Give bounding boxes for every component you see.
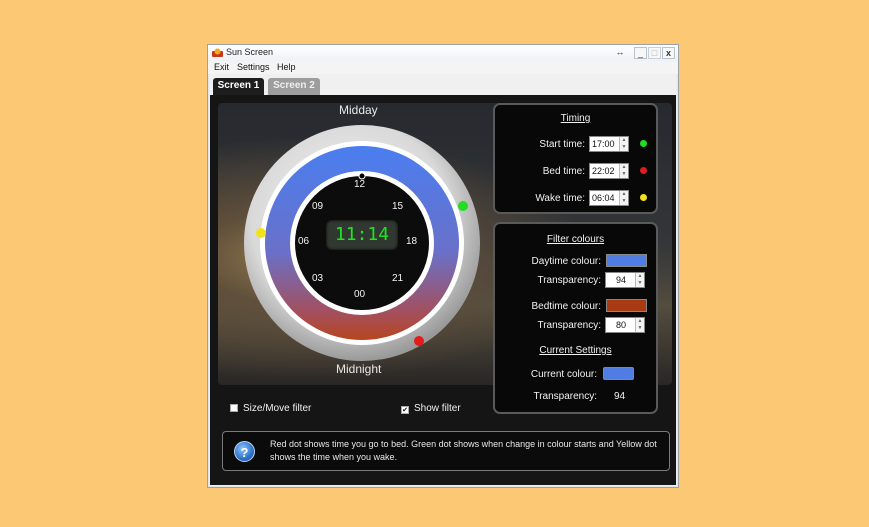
- current-colour-swatch: [603, 367, 634, 380]
- daytime-colour-swatch[interactable]: [606, 254, 647, 267]
- daytime-transparency-input[interactable]: 94 ▲ ▼: [605, 272, 645, 288]
- show-filter-option[interactable]: ✔ Show filter: [401, 403, 461, 414]
- wake-time-label: Wake time:: [535, 193, 585, 204]
- start-time-dot: [640, 140, 647, 147]
- hour-label-00: 00: [354, 289, 366, 300]
- hour-label-21: 21: [392, 273, 404, 284]
- hour-label-18: 18: [406, 236, 418, 247]
- bedtime-transparency-label: Transparency:: [537, 320, 601, 331]
- question-icon: ?: [234, 441, 255, 462]
- wake-time-dot: [640, 194, 647, 201]
- hour-label-15: 15: [392, 201, 404, 212]
- menu-help[interactable]: Help: [277, 62, 296, 72]
- minimize-button[interactable]: _: [634, 47, 647, 59]
- bed-time-input[interactable]: 22:02 ▲ ▼: [589, 163, 629, 179]
- start-time-handle[interactable]: [458, 201, 468, 211]
- bedtime-colour-label: Bedtime colour:: [531, 301, 601, 312]
- current-colour-label: Current colour:: [530, 369, 597, 380]
- tab-screen-2[interactable]: Screen 2: [268, 78, 320, 95]
- midday-label: Midday: [339, 103, 378, 117]
- timing-heading: Timing: [560, 113, 591, 124]
- size-move-filter-option[interactable]: Size/Move filter: [230, 403, 311, 414]
- window-title: Sun Screen: [226, 47, 274, 57]
- hour-label-09: 09: [312, 201, 324, 212]
- title-bar[interactable]: Sun Screen ↔ _ □ x: [208, 45, 678, 61]
- tab-screen-1[interactable]: Screen 1: [213, 78, 264, 95]
- bed-time-dot: [640, 167, 647, 174]
- hour-label-06: 06: [298, 236, 310, 247]
- show-filter-checkbox[interactable]: ✔: [401, 406, 409, 414]
- info-bar: ? Red dot shows time you go to bed. Gree…: [222, 431, 670, 471]
- daytime-colour-label: Daytime colour:: [531, 256, 601, 267]
- filter-colours-heading: Filter colours: [546, 234, 605, 245]
- maximize-button[interactable]: □: [648, 47, 661, 59]
- close-button[interactable]: x: [662, 47, 675, 59]
- bed-time-handle[interactable]: [414, 336, 424, 346]
- wake-time-input[interactable]: 06:04 ▲ ▼: [589, 190, 629, 206]
- bed-time-label: Bed time:: [542, 166, 585, 177]
- start-time-spinner-icon[interactable]: ▲ ▼: [619, 137, 628, 151]
- daytime-transparency-label: Transparency:: [537, 275, 601, 286]
- tab-strip: Screen 1 Screen 2: [210, 75, 676, 95]
- size-move-label: Size/Move filter: [243, 403, 312, 414]
- bed-time-spinner-icon[interactable]: ▲ ▼: [619, 164, 628, 178]
- current-settings-heading: Current Settings: [539, 345, 612, 356]
- bedtime-transparency-input[interactable]: 80 ▲ ▼: [605, 317, 645, 333]
- hour-label-12: 12: [354, 179, 366, 190]
- resize-button[interactable]: ↔: [613, 47, 627, 59]
- hour-label-03: 03: [312, 273, 324, 284]
- start-time-input[interactable]: 17:00 ▲ ▼: [589, 136, 629, 152]
- menu-exit[interactable]: Exit: [214, 62, 229, 72]
- start-time-label: Start time:: [539, 139, 585, 150]
- current-transparency-value: 94: [614, 391, 626, 402]
- bedtime-colour-swatch[interactable]: [606, 299, 647, 312]
- daytime-transparency-spinner-icon[interactable]: ▲ ▼: [635, 273, 644, 287]
- info-text: Red dot shows time you go to bed. Green …: [270, 439, 657, 462]
- show-filter-label: Show filter: [414, 403, 461, 414]
- digital-clock: 11:14: [326, 220, 398, 250]
- bedtime-transparency-spinner-icon[interactable]: ▲ ▼: [635, 318, 644, 332]
- wake-time-handle[interactable]: [256, 228, 266, 238]
- menu-settings[interactable]: Settings: [237, 62, 270, 72]
- screen-panel: Midday Midnight 12 15 18 21 00 03 06 09 …: [210, 95, 676, 485]
- menu-bar: Exit Settings Help: [208, 61, 678, 74]
- timing-panel: Timing Start time: 17:00 ▲ ▼ Bed time: 22:…: [493, 103, 658, 214]
- filter-colours-panel: Filter colours Daytime colour: Transpare…: [493, 222, 658, 414]
- app-icon: [212, 48, 223, 57]
- page: Sun Screen ↔ _ □ x Exit Settings Help Sc…: [0, 0, 869, 527]
- app-window: Sun Screen ↔ _ □ x Exit Settings Help Sc…: [207, 44, 679, 488]
- wake-time-spinner-icon[interactable]: ▲ ▼: [619, 191, 628, 205]
- size-move-checkbox[interactable]: [230, 404, 238, 412]
- current-transparency-label: Transparency:: [533, 391, 597, 402]
